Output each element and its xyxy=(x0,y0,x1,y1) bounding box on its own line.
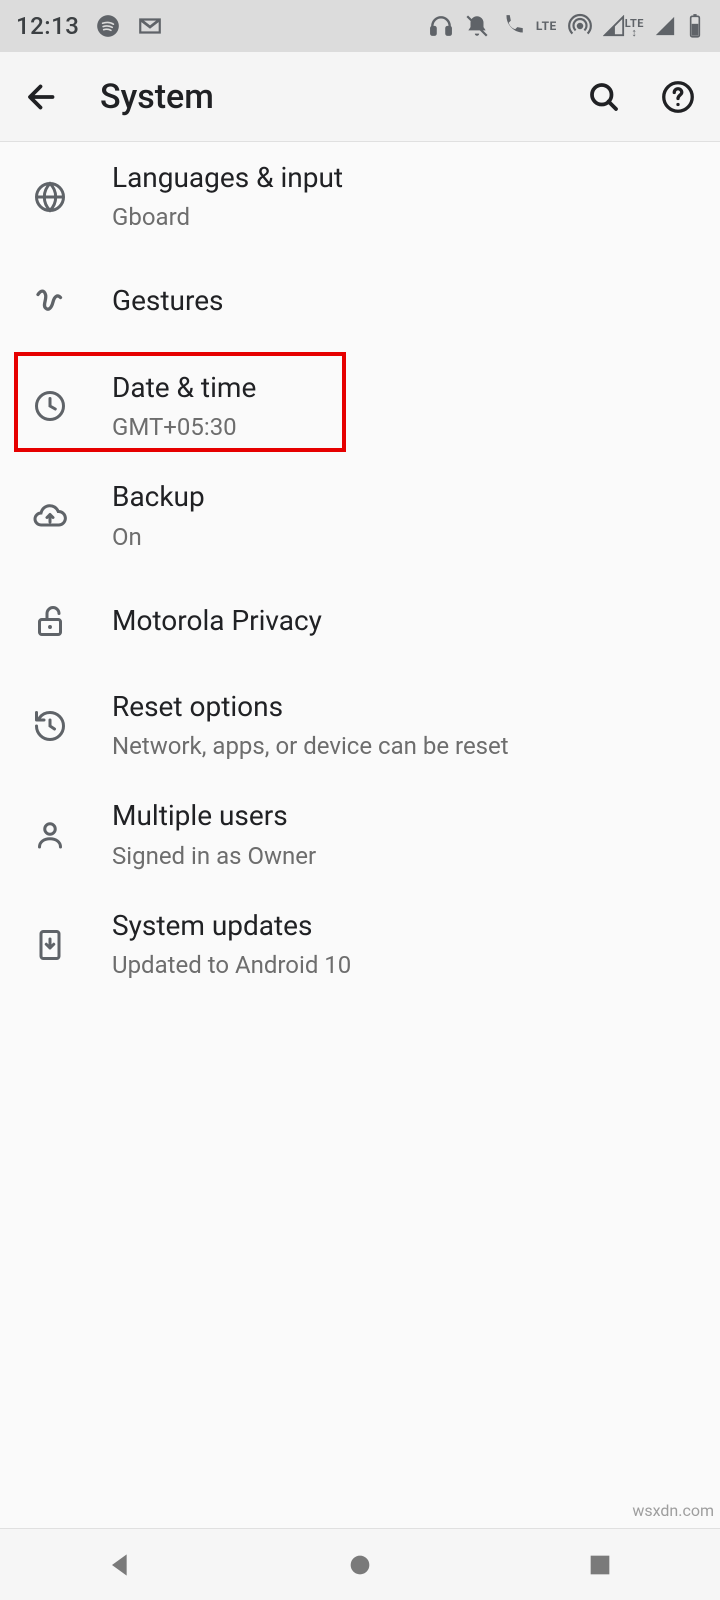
gmail-icon xyxy=(137,13,163,39)
setting-reset-options[interactable]: Reset options Network, apps, or device c… xyxy=(0,671,720,781)
battery-icon xyxy=(686,13,704,39)
spotify-icon xyxy=(95,13,121,39)
setting-languages[interactable]: Languages & input Gboard xyxy=(0,142,720,252)
setting-subtitle: Signed in as Owner xyxy=(112,841,696,872)
setting-title: Backup xyxy=(112,479,696,515)
status-bar: 12:13 LTE LTE↕ xyxy=(0,0,720,52)
setting-title: Motorola Privacy xyxy=(112,603,696,639)
volte-icon xyxy=(500,13,526,39)
lte-label-1: LTE xyxy=(536,19,557,33)
setting-system-updates[interactable]: System updates Updated to Android 10 xyxy=(0,890,720,1000)
page-title: System xyxy=(100,77,546,117)
navigation-bar xyxy=(0,1528,720,1600)
nav-recents-button[interactable] xyxy=(580,1545,620,1585)
person-icon xyxy=(20,817,80,853)
setting-subtitle: Network, apps, or device can be reset xyxy=(112,731,696,762)
setting-title: System updates xyxy=(112,908,696,944)
unlock-icon xyxy=(20,603,80,639)
clock-icon xyxy=(20,388,80,424)
setting-subtitle: Gboard xyxy=(112,202,696,233)
setting-multiple-users[interactable]: Multiple users Signed in as Owner xyxy=(0,780,720,890)
gesture-icon xyxy=(20,284,80,320)
setting-backup[interactable]: Backup On xyxy=(0,461,720,571)
headphones-icon xyxy=(428,13,454,39)
setting-subtitle: GMT+05:30 xyxy=(112,412,696,443)
back-button[interactable] xyxy=(20,75,64,119)
setting-title: Date & time xyxy=(112,370,696,406)
setting-title: Languages & input xyxy=(112,160,696,196)
help-button[interactable] xyxy=(656,75,700,119)
setting-date-time[interactable]: Date & time GMT+05:30 xyxy=(0,352,720,462)
nav-back-button[interactable] xyxy=(100,1545,140,1585)
signal-2-icon xyxy=(654,15,676,37)
app-bar: System xyxy=(0,52,720,142)
search-button[interactable] xyxy=(582,75,626,119)
setting-title: Reset options xyxy=(112,689,696,725)
signal-1-icon: LTE↕ xyxy=(603,15,644,37)
hotspot-icon xyxy=(567,13,593,39)
settings-list: Languages & input Gboard Gestures Date &… xyxy=(0,142,720,1528)
setting-gestures[interactable]: Gestures xyxy=(0,252,720,352)
status-time: 12:13 xyxy=(16,12,79,40)
watermark: wsxdn.com xyxy=(632,1501,714,1520)
history-icon xyxy=(20,708,80,744)
setting-subtitle: On xyxy=(112,522,696,553)
dnd-off-icon xyxy=(464,13,490,39)
nav-home-button[interactable] xyxy=(340,1545,380,1585)
setting-subtitle: Updated to Android 10 xyxy=(112,950,696,981)
setting-motorola-privacy[interactable]: Motorola Privacy xyxy=(0,571,720,671)
setting-title: Multiple users xyxy=(112,798,696,834)
phone-update-icon xyxy=(20,927,80,963)
cloud-upload-icon xyxy=(20,498,80,534)
globe-icon xyxy=(20,179,80,215)
setting-title: Gestures xyxy=(112,283,696,319)
